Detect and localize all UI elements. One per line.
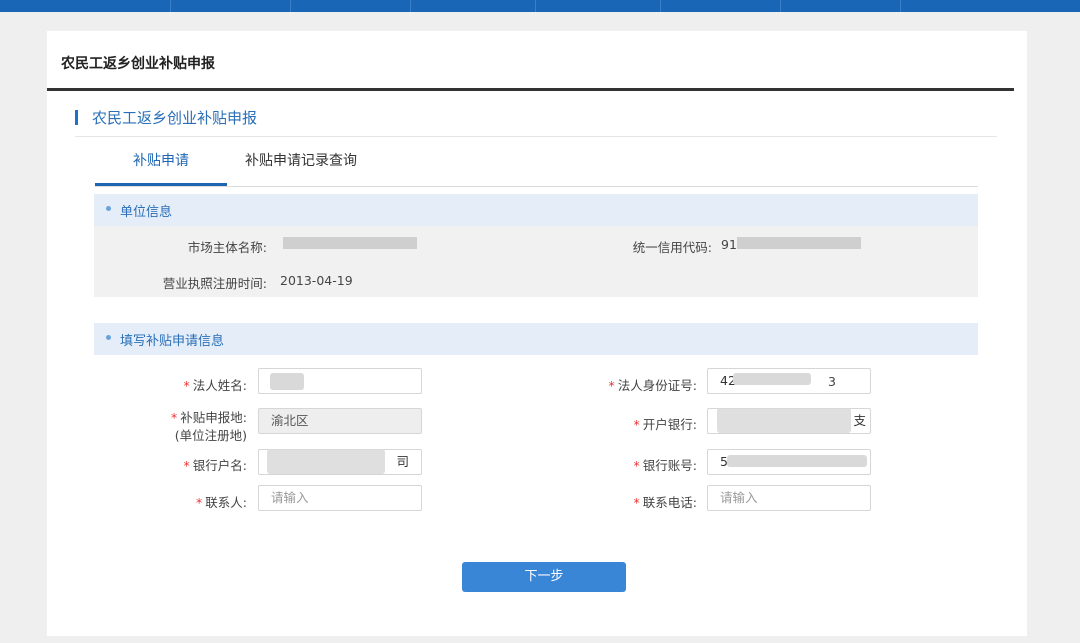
section-header: 农民工返乡创业补贴申报 [75,103,997,137]
redacted-bank [717,408,851,433]
license-date-value: 2013-04-19 [280,273,353,288]
section-title: 农民工返乡创业补贴申报 [92,109,258,127]
title-divider [47,88,1014,91]
bullet-icon [106,335,111,340]
redacted-legal-name [270,373,304,390]
region-label: * 补贴申报地: [171,410,247,425]
redacted-account-name [267,449,385,474]
redacted-market-name [283,237,417,249]
page-title: 农民工返乡创业补贴申报 [61,56,215,72]
credit-code-value: 91 [721,237,737,252]
region-input: 渝北区 [258,408,422,434]
legal-name-label: * 法人姓名: [183,378,247,393]
next-step-button[interactable]: 下一步 [462,562,626,592]
phone-label: * 联系电话: [633,495,697,510]
legal-id-tail: 3 [828,374,836,389]
apply-info-heading: 填写补贴申请信息 [120,334,225,349]
account-no-label: * 银行账号: [633,458,697,473]
apply-info-header: 填写补贴申请信息 [94,323,978,355]
top-header-bar [0,0,1080,12]
legal-id-label: * 法人身份证号: [608,378,697,393]
tab-bar: 补贴申请 补贴申请记录查询 [95,150,978,187]
license-date-label: 营业执照注册时间: [162,276,267,291]
account-name-label: * 银行户名: [183,458,247,473]
redacted-credit-code [737,237,861,249]
contact-input[interactable]: 请输入 [258,485,422,511]
contact-label: * 联系人: [196,495,247,510]
credit-code-label: 统一信用代码: [632,240,712,255]
main-card: 农民工返乡创业补贴申报 农民工返乡创业补贴申报 补贴申请 补贴申请记录查询 单位… [47,31,1027,636]
market-name-label: 市场主体名称: [187,240,267,255]
section-accent-bar [75,110,78,125]
redacted-account-no [727,455,867,467]
unit-info-heading: 单位信息 [120,205,173,220]
tab-apply-records[interactable]: 补贴申请记录查询 [227,150,375,186]
redacted-legal-id [733,373,811,385]
tab-subsidy-apply[interactable]: 补贴申请 [95,150,227,186]
bullet-icon [106,206,111,211]
bank-label: * 开户银行: [633,417,697,432]
region-sublabel: (单位注册地) [174,428,247,443]
phone-input[interactable]: 请输入 [707,485,871,511]
unit-info-header: 单位信息 [94,194,978,226]
